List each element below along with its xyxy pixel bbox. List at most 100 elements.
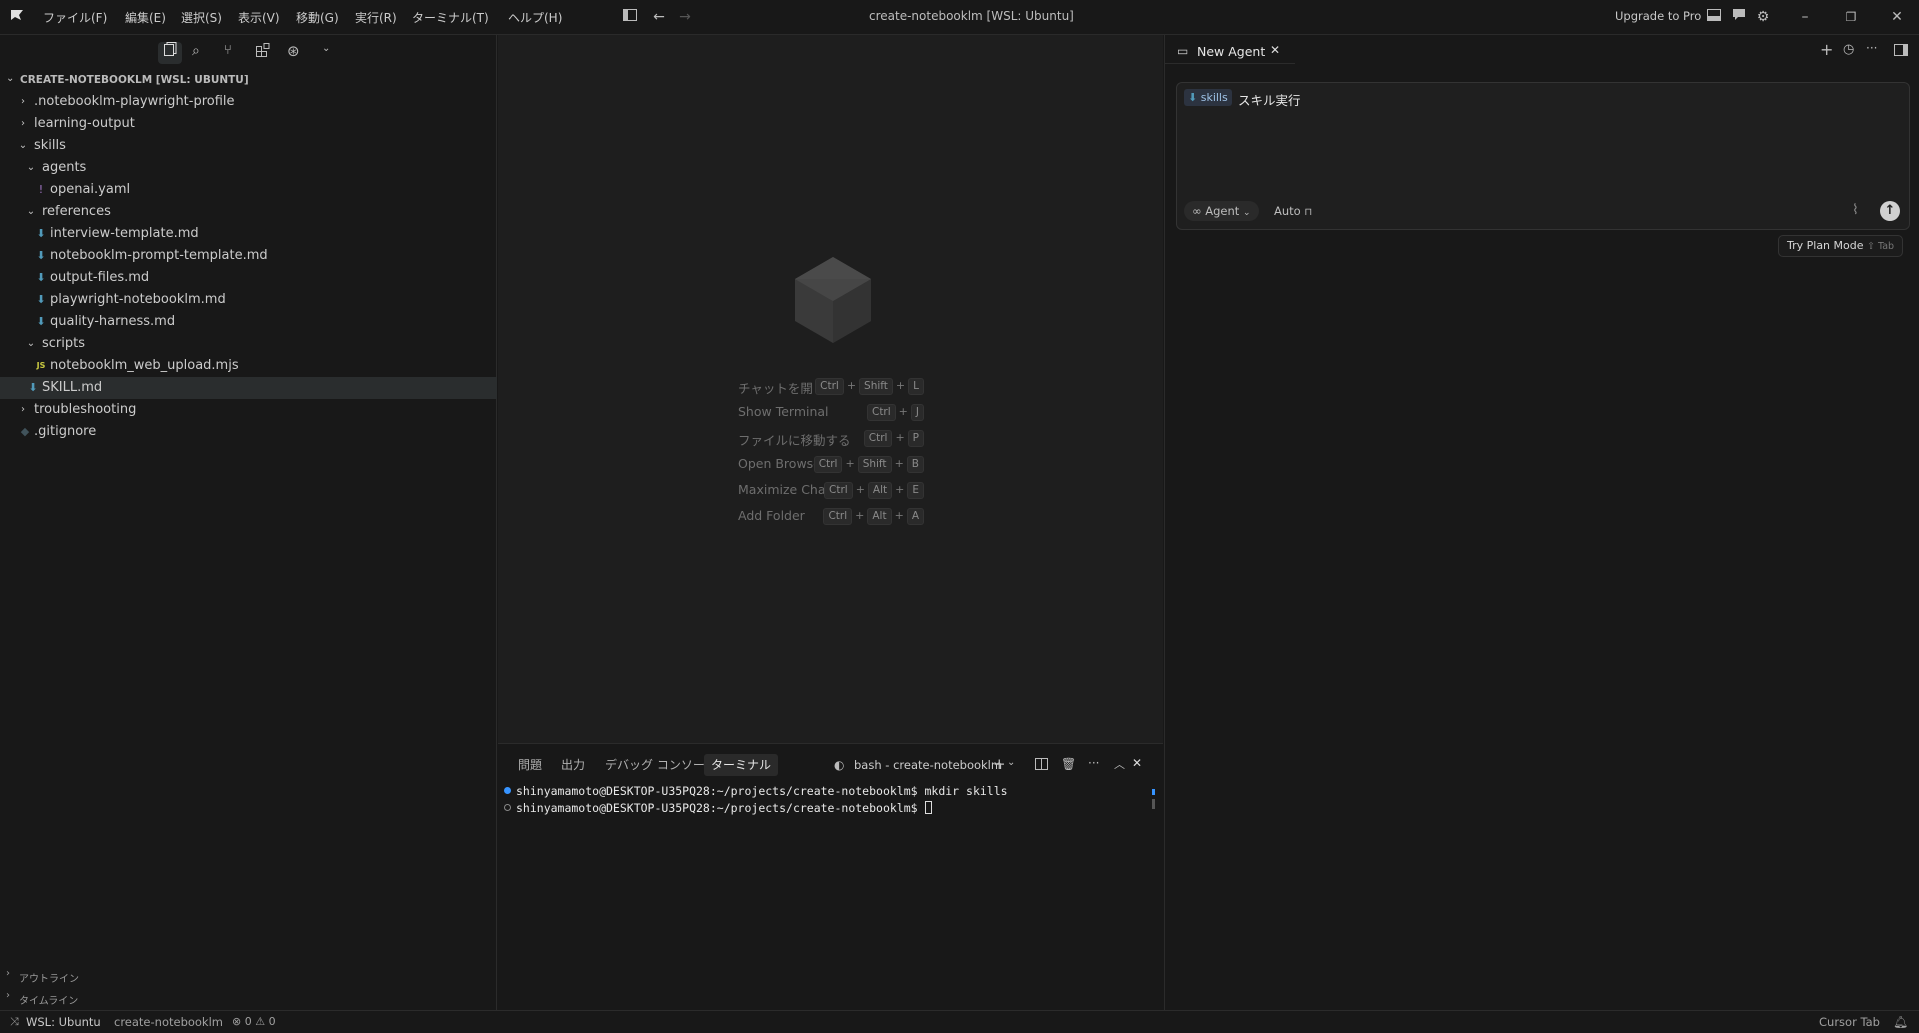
send-arrow-up-icon[interactable]: ↑: [1880, 201, 1900, 221]
tab-terminal[interactable]: ターミナル: [704, 754, 779, 776]
problems-status[interactable]: ⊗ 0 ⚠ 0: [232, 1015, 276, 1028]
tab-problems[interactable]: 問題: [518, 754, 542, 776]
chevron-down-icon[interactable]: ⌄: [322, 43, 330, 54]
close-tab-icon[interactable]: ✕: [1270, 43, 1280, 57]
keycap: Alt: [867, 508, 892, 525]
close-panel-icon[interactable]: ✕: [1132, 756, 1142, 770]
agent-mode-dropdown[interactable]: ∞ Agent ⌄: [1184, 201, 1259, 221]
tree-folder[interactable]: ⌄ scripts: [0, 333, 497, 355]
remote-connection-icon[interactable]: ⤨: [10, 1015, 19, 1029]
chat-bubble-icon[interactable]: [1730, 8, 1748, 26]
minimize-window-icon[interactable]: –: [1796, 8, 1814, 26]
chevron-right-icon[interactable]: ›: [6, 968, 10, 979]
tree-folder[interactable]: ⌄ agents: [0, 157, 497, 179]
back-arrow-icon[interactable]: ←: [650, 8, 668, 26]
menu-item[interactable]: 移動(G): [296, 9, 339, 26]
outline-section-header[interactable]: アウトライン: [19, 970, 79, 985]
shortcut-keys: Ctrl + J: [866, 403, 924, 421]
timeline-section-header[interactable]: タイムライン: [19, 992, 78, 1007]
shortcut-row[interactable]: Maximize Chat Ctrl + Alt + E: [738, 480, 938, 500]
workspace-name[interactable]: create-notebooklm: [114, 1015, 223, 1029]
settings-gear-icon[interactable]: ⚙: [1754, 8, 1772, 26]
forward-arrow-icon[interactable]: →: [676, 8, 694, 26]
skills-context-chip[interactable]: ⬇ skills: [1184, 89, 1232, 106]
chevron-down-icon[interactable]: ⌄: [1007, 757, 1015, 768]
shortcut-row[interactable]: Open Browser Ctrl + Shift + B: [738, 454, 938, 474]
explorer-root-label[interactable]: CREATE-NOTEBOOKLM [WSL: UBUNTU]: [20, 74, 249, 86]
tree-file[interactable]: ! openai.yaml: [0, 179, 497, 201]
source-control-icon[interactable]: ⑂: [224, 43, 232, 58]
tree-file[interactable]: ⬇ output-files.md: [0, 267, 497, 289]
tree-file[interactable]: ⬇ SKILL.md: [0, 377, 497, 399]
shortcut-row[interactable]: ファイルに移動する Ctrl + P: [738, 428, 938, 448]
chevron-right-icon[interactable]: ›: [6, 990, 10, 1001]
try-plan-mode-button[interactable]: Try Plan Mode ⇧ Tab: [1778, 235, 1904, 257]
tree-file[interactable]: ◆ .gitignore: [0, 421, 497, 443]
menu-item[interactable]: 実行(R): [355, 9, 397, 26]
search-icon[interactable]: ⌕: [192, 43, 200, 59]
history-clock-icon[interactable]: ◷: [1843, 42, 1854, 57]
tree-file[interactable]: JS notebooklm_web_upload.mjs: [0, 355, 497, 377]
attach-paperclip-icon[interactable]: ⌇: [1852, 202, 1859, 218]
trash-icon[interactable]: 🗑: [1061, 757, 1076, 771]
remote-status[interactable]: WSL: Ubuntu: [26, 1015, 101, 1029]
keycap: Ctrl: [824, 482, 853, 499]
keycap: Ctrl: [823, 508, 853, 525]
chat-bubble-icon: ▭: [1177, 44, 1189, 58]
tree-file[interactable]: ⬇ playwright-notebooklm.md: [0, 289, 497, 311]
menu-item[interactable]: ヘルプ(H): [508, 9, 562, 26]
toggle-panel-icon[interactable]: [1705, 8, 1723, 26]
agent-tab-title[interactable]: New Agent: [1197, 44, 1265, 59]
toggle-chat-layout-icon[interactable]: [1894, 44, 1908, 60]
explorer-files-icon[interactable]: [158, 42, 182, 64]
markdown-file-icon: ⬇: [36, 293, 46, 306]
model-selector[interactable]: Auto ⊓: [1274, 204, 1312, 218]
key-separator: +: [855, 483, 865, 496]
restore-window-icon[interactable]: ❐: [1842, 8, 1860, 26]
more-actions-icon[interactable]: ···: [1088, 756, 1099, 770]
terminal-instance-name[interactable]: bash - create-notebooklm: [854, 758, 1002, 772]
menu-item[interactable]: 選択(S): [181, 9, 222, 26]
scrollbar-thumb[interactable]: [1152, 799, 1155, 809]
tree-file[interactable]: ⬇ interview-template.md: [0, 223, 497, 245]
shortcut-row[interactable]: チャットを開く Ctrl + Shift + L: [738, 376, 938, 396]
menu-item[interactable]: ターミナル(T): [412, 9, 489, 26]
chat-input-box[interactable]: ⬇ skills スキル実行 ∞ Agent ⌄ Auto ⊓ ⌇ ↑: [1176, 82, 1910, 230]
terminal-output[interactable]: shinyamamoto@DESKTOP-U35PQ28:~/projects/…: [504, 784, 1064, 818]
keycap: J: [910, 404, 924, 421]
toggle-sidebar-icon[interactable]: [621, 8, 639, 26]
tab-underline: [1165, 63, 1295, 64]
new-terminal-plus-icon[interactable]: +: [993, 755, 1006, 773]
split-terminal-icon[interactable]: [1035, 758, 1048, 774]
maximize-panel-icon[interactable]: ︿: [1114, 756, 1125, 772]
cursor-tab-status[interactable]: Cursor Tab: [1819, 1015, 1880, 1029]
new-chat-plus-icon[interactable]: +: [1820, 40, 1833, 59]
chevron-down-icon[interactable]: ⌄: [6, 73, 14, 84]
tree-file[interactable]: ⬇ notebooklm-prompt-template.md: [0, 245, 497, 267]
notifications-bell-icon[interactable]: 🔔︎: [1893, 1015, 1908, 1029]
tree-file[interactable]: ⬇ quality-harness.md: [0, 311, 497, 333]
tree-folder[interactable]: › learning-output: [0, 113, 497, 135]
more-actions-icon[interactable]: ···: [1866, 41, 1877, 55]
tab-debug-console[interactable]: デバッグ コンソール: [605, 754, 717, 776]
menu-item[interactable]: 表示(V): [238, 9, 280, 26]
menu-item[interactable]: 編集(E): [125, 9, 166, 26]
menu-item[interactable]: ファイル(F): [43, 9, 107, 26]
keycap: Alt: [867, 482, 893, 499]
shortcut-row[interactable]: Show Terminal Ctrl + J: [738, 402, 938, 422]
tree-folder[interactable]: › troubleshooting: [0, 399, 497, 421]
tree-item-label: skills: [34, 138, 66, 153]
shortcut-label: チャットを開く: [738, 381, 826, 396]
close-window-icon[interactable]: ✕: [1888, 8, 1906, 26]
tree-item-label: troubleshooting: [34, 402, 137, 417]
tab-output[interactable]: 出力: [561, 754, 585, 776]
tree-folder[interactable]: ⌄ skills: [0, 135, 497, 157]
shortcut-row[interactable]: Add Folder Ctrl + Alt + A: [738, 506, 938, 526]
chat-input-text[interactable]: スキル実行: [1238, 90, 1301, 109]
remote-explorer-icon[interactable]: ⊛: [287, 42, 300, 60]
extensions-icon[interactable]: [256, 43, 270, 61]
upgrade-to-pro-button[interactable]: Upgrade to Pro: [1615, 9, 1701, 23]
tree-folder[interactable]: › .notebooklm-playwright-profile: [0, 91, 497, 113]
shortcut-label: Add Folder: [738, 508, 805, 523]
tree-folder[interactable]: ⌄ references: [0, 201, 497, 223]
